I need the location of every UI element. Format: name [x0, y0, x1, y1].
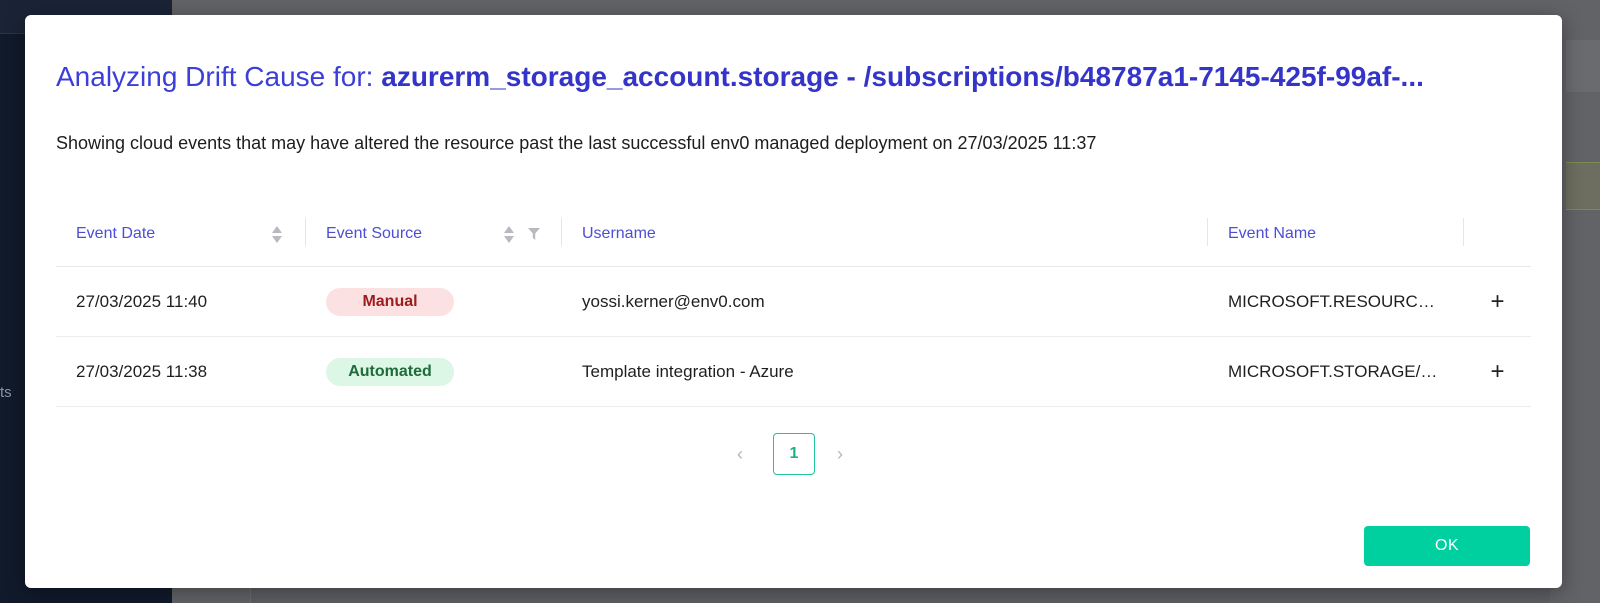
- filter-icon[interactable]: [528, 228, 540, 240]
- column-header-username: Username: [562, 202, 1208, 266]
- event-source-badge: Automated: [326, 357, 454, 386]
- modal-title-prefix: Analyzing Drift Cause for:: [56, 61, 382, 92]
- event-date-cell: 27/03/2025 11:40: [76, 291, 208, 311]
- plus-icon[interactable]: +: [1464, 358, 1531, 386]
- chevron-left-icon[interactable]: ‹: [729, 443, 751, 465]
- background-panel-highlight: [1566, 162, 1600, 210]
- event-name-cell: MICROSOFT.RESOURCE...: [1228, 291, 1444, 311]
- ok-button[interactable]: OK: [1364, 526, 1530, 566]
- modal-title: Analyzing Drift Cause for: azurerm_stora…: [56, 59, 1556, 95]
- table-row: 27/03/2025 11:40 Manual yossi.kerner@env…: [56, 267, 1531, 337]
- event-date-cell: 27/03/2025 11:38: [76, 361, 208, 381]
- column-header-actions: [1464, 202, 1531, 266]
- column-header-event-source[interactable]: Event Source: [306, 202, 562, 266]
- column-header-event-date[interactable]: Event Date: [56, 202, 306, 266]
- chevron-right-icon[interactable]: ›: [829, 443, 851, 465]
- column-header-event-name: Event Name: [1208, 202, 1464, 266]
- modal-title-resource: azurerm_storage_account.storage - /subsc…: [381, 61, 1424, 92]
- username-cell: yossi.kerner@env0.com: [582, 291, 765, 311]
- plus-icon[interactable]: +: [1464, 288, 1531, 316]
- event-source-cell: Manual: [306, 287, 562, 316]
- username-cell: Template integration - Azure: [582, 361, 794, 381]
- modal-subtitle: Showing cloud events that may have alter…: [56, 133, 1097, 153]
- background-sidebar-text: ts: [0, 384, 12, 401]
- page-button-current[interactable]: 1: [773, 433, 815, 475]
- column-header-label: Event Date: [76, 225, 156, 242]
- sort-arrows-icon[interactable]: [504, 226, 514, 244]
- column-header-label: Event Name: [1228, 225, 1317, 242]
- pagination: ‹ 1 ›: [25, 433, 1562, 475]
- column-header-label: Event Source: [326, 225, 423, 242]
- column-header-label: Username: [582, 225, 656, 242]
- table-header: Event Date Event Source Username Event N…: [56, 202, 1531, 267]
- background-panel: [1566, 40, 1600, 92]
- event-source-cell: Automated: [306, 357, 562, 386]
- table-row: 27/03/2025 11:38 Automated Template inte…: [56, 337, 1531, 407]
- sort-arrows-icon[interactable]: [272, 226, 282, 244]
- event-source-badge: Manual: [326, 287, 454, 316]
- drift-cause-modal: Analyzing Drift Cause for: azurerm_stora…: [25, 15, 1562, 588]
- events-table: Event Date Event Source Username Event N…: [56, 202, 1531, 407]
- event-name-cell: MICROSOFT.STORAGE/S...: [1228, 361, 1446, 381]
